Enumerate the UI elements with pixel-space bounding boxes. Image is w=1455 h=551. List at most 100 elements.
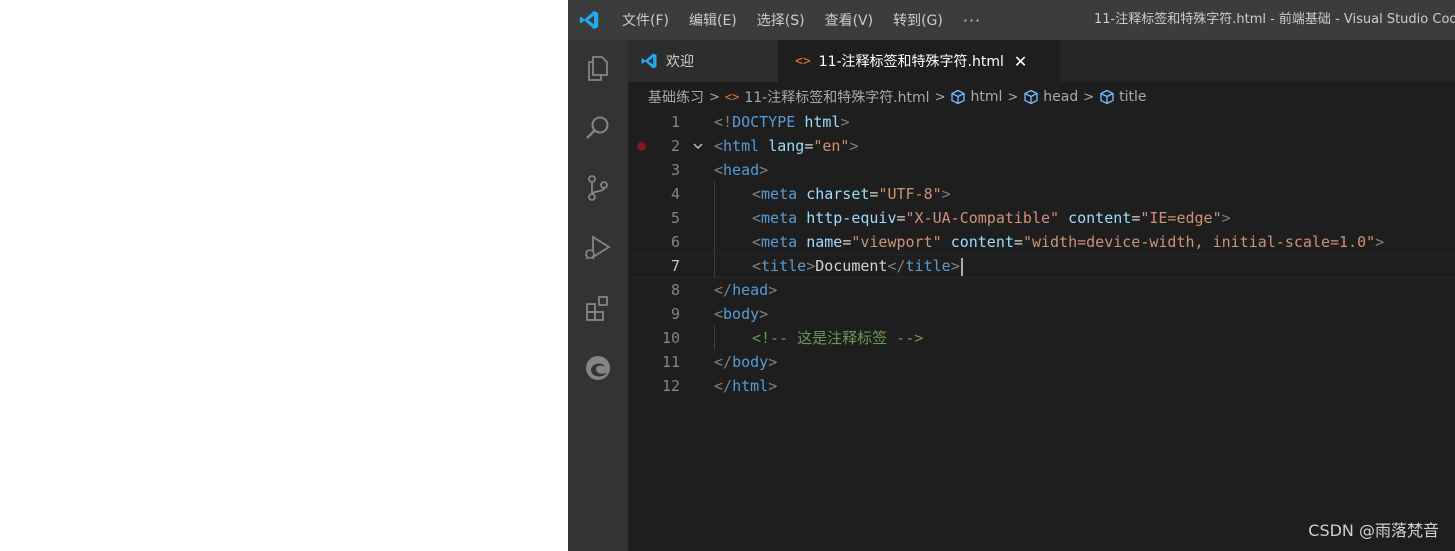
breadcrumb-folder[interactable]: 基础练习 bbox=[648, 87, 704, 107]
token-punctuation: </ bbox=[714, 281, 733, 299]
explorer-icon[interactable] bbox=[582, 52, 614, 84]
token-comment: <!-- 这是注释标签 --> bbox=[752, 329, 924, 347]
token-punctuation: > bbox=[1221, 209, 1231, 227]
code-line[interactable]: 6 <meta name="viewport" content="width=d… bbox=[628, 230, 1455, 254]
line-content: <meta name="viewport" content="width=dev… bbox=[752, 230, 1384, 254]
breadcrumb-symbol-html[interactable]: html bbox=[970, 89, 1002, 105]
token-attribute: content bbox=[1068, 209, 1132, 227]
token-punctuation: </ bbox=[887, 257, 906, 275]
menu-view[interactable]: 查看(V) bbox=[825, 10, 874, 30]
symbol-field-icon bbox=[1024, 89, 1038, 105]
token-punctuation: </ bbox=[714, 377, 733, 395]
chevron-right-icon: > bbox=[709, 89, 720, 105]
token-tag: title bbox=[905, 257, 951, 275]
breadcrumb-symbol-title[interactable]: title bbox=[1119, 89, 1146, 105]
token-punctuation: < bbox=[714, 305, 724, 323]
code-line[interactable]: 9 <body> bbox=[628, 302, 1455, 326]
token-punctuation: < bbox=[752, 257, 762, 275]
token-attribute: name bbox=[806, 233, 843, 251]
edge-devtools-icon[interactable] bbox=[582, 352, 614, 384]
title-bar: 文件(F) 编辑(E) 选择(S) 查看(V) 转到(G) ··· 11-注释标… bbox=[568, 0, 1455, 40]
line-content: <!DOCTYPE html> bbox=[714, 110, 849, 134]
line-content: </html> bbox=[714, 374, 777, 398]
token-doctype: DOCTYPE bbox=[732, 113, 796, 131]
token-attribute: lang bbox=[768, 137, 805, 155]
code-line-current[interactable]: 7 <title>Document</title> bbox=[628, 254, 1455, 278]
token-punctuation: > bbox=[768, 353, 778, 371]
line-number: 10 bbox=[661, 329, 680, 347]
code-line[interactable]: 1 <!DOCTYPE html> bbox=[628, 110, 1455, 134]
token-attribute: http-equiv bbox=[806, 209, 897, 227]
breadcrumb-file[interactable]: 11-注释标签和特殊字符.html bbox=[744, 87, 929, 107]
token-punctuation: > bbox=[759, 161, 769, 179]
menu-selection[interactable]: 选择(S) bbox=[757, 10, 805, 30]
token-attribute: html bbox=[804, 113, 841, 131]
run-debug-icon[interactable] bbox=[582, 232, 614, 264]
token-punctuation: < bbox=[714, 161, 724, 179]
line-number: 5 bbox=[670, 209, 680, 227]
close-icon[interactable]: ✕ bbox=[1014, 52, 1027, 71]
token-attribute: content bbox=[950, 233, 1014, 251]
line-number: 8 bbox=[670, 281, 680, 299]
symbol-field-icon bbox=[951, 89, 966, 105]
token-punctuation: > bbox=[768, 377, 778, 395]
token-string: "viewport" bbox=[851, 233, 942, 251]
line-content: <meta charset="UTF-8"> bbox=[752, 182, 951, 206]
extensions-icon[interactable] bbox=[582, 292, 614, 324]
html-file-icon: <> bbox=[795, 53, 811, 69]
menu-file[interactable]: 文件(F) bbox=[622, 10, 669, 30]
chevron-down-icon[interactable] bbox=[692, 140, 704, 152]
code-line[interactable]: 10 <!-- 这是注释标签 --> bbox=[628, 326, 1455, 350]
token-string: "UTF-8" bbox=[878, 185, 942, 203]
token-punctuation: < bbox=[752, 209, 762, 227]
line-content: <meta http-equiv="X-UA-Compatible" conte… bbox=[752, 206, 1231, 230]
code-line[interactable]: 12 </html> bbox=[628, 374, 1455, 398]
token-punctuation: > bbox=[849, 137, 859, 155]
code-line[interactable]: 5 <meta http-equiv="X-UA-Compatible" con… bbox=[628, 206, 1455, 230]
token-tag: meta bbox=[761, 209, 798, 227]
token-tag: html bbox=[723, 137, 760, 155]
token-punctuation: <! bbox=[714, 113, 733, 131]
watermark: CSDN @雨落梵音 bbox=[1308, 521, 1439, 540]
line-content: <title>Document</title> bbox=[752, 255, 963, 277]
window-title: 11-注释标签和特殊字符.html - 前端基础 - Visual Studio… bbox=[1094, 12, 1455, 27]
line-content: <html lang="en"> bbox=[714, 134, 859, 158]
more-menu-icon[interactable]: ··· bbox=[963, 11, 981, 30]
line-content: <!-- 这是注释标签 --> bbox=[752, 326, 923, 350]
source-control-icon[interactable] bbox=[582, 172, 614, 204]
menu-edit[interactable]: 编辑(E) bbox=[689, 10, 737, 30]
token-punctuation: < bbox=[752, 233, 762, 251]
token-punctuation: > bbox=[768, 281, 778, 299]
vscode-icon[interactable] bbox=[578, 9, 600, 31]
token-punctuation: > bbox=[840, 113, 850, 131]
tab-html-file[interactable]: <> 11-注释标签和特殊字符.html ✕ bbox=[778, 40, 1060, 82]
token-string: "X-UA-Compatible" bbox=[905, 209, 1060, 227]
code-line[interactable]: 4 <meta charset="UTF-8"> bbox=[628, 182, 1455, 206]
code-editor[interactable]: 1 <!DOCTYPE html> 2 <html lang="en"> 3 <… bbox=[628, 110, 1455, 551]
code-line[interactable]: 11 </body> bbox=[628, 350, 1455, 374]
chevron-right-icon: > bbox=[1007, 89, 1019, 105]
token-punctuation: < bbox=[752, 185, 762, 203]
tab-label: 11-注释标签和特殊字符.html bbox=[818, 54, 1004, 70]
line-content: <head> bbox=[714, 158, 768, 182]
menu-bar: 文件(F) 编辑(E) 选择(S) 查看(V) 转到(G) ··· bbox=[622, 0, 981, 40]
token-tag: head bbox=[723, 161, 760, 179]
menu-go[interactable]: 转到(G) bbox=[893, 10, 943, 30]
token-tag: html bbox=[732, 377, 769, 395]
symbol-field-icon bbox=[1100, 89, 1114, 105]
tab-welcome[interactable]: 欢迎 bbox=[628, 40, 778, 82]
token-tag: body bbox=[723, 305, 760, 323]
code-line[interactable]: 3 <head> bbox=[628, 158, 1455, 182]
code-line[interactable]: 2 <html lang="en"> bbox=[628, 134, 1455, 158]
breadcrumb-symbol-head[interactable]: head bbox=[1043, 89, 1078, 105]
line-number: 3 bbox=[670, 161, 680, 179]
tab-label: 欢迎 bbox=[666, 54, 694, 70]
line-number: 6 bbox=[670, 233, 680, 251]
text-cursor bbox=[960, 257, 963, 276]
search-icon[interactable] bbox=[582, 112, 614, 144]
code-line[interactable]: 8 </head> bbox=[628, 278, 1455, 302]
